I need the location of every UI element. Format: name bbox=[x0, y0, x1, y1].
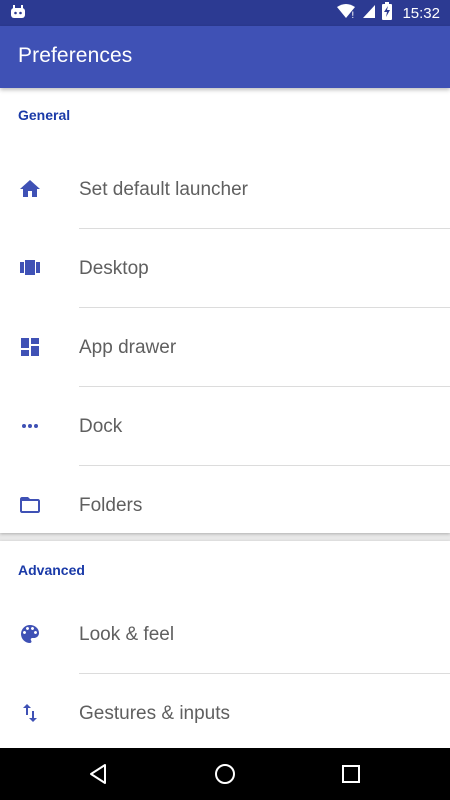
home-circle-icon[interactable] bbox=[213, 762, 237, 786]
folder-icon bbox=[18, 493, 42, 517]
wifi-icon: ! bbox=[336, 3, 356, 24]
section-header-general: General bbox=[18, 107, 71, 123]
page-title: Preferences bbox=[18, 44, 133, 67]
app-bar: Preferences bbox=[0, 26, 450, 88]
general-section: General Set default launcher Desktop App… bbox=[0, 88, 450, 533]
pref-item-desktop[interactable]: Desktop bbox=[0, 229, 450, 308]
navigation-bar bbox=[0, 748, 450, 800]
battery-charging-icon bbox=[382, 1, 393, 25]
signal-icon bbox=[362, 3, 376, 24]
pref-item-label: Set default launcher bbox=[79, 179, 249, 200]
pref-item-label: App drawer bbox=[79, 337, 177, 358]
swap-vert-icon bbox=[18, 701, 42, 725]
pref-item-dock[interactable]: Dock bbox=[0, 387, 450, 466]
status-bar: ! 15:32 bbox=[0, 0, 450, 26]
pref-item-label: Dock bbox=[79, 416, 123, 437]
pref-item-label: Desktop bbox=[79, 258, 149, 279]
section-header-advanced: Advanced bbox=[18, 562, 85, 578]
pref-item-set-default-launcher[interactable]: Set default launcher bbox=[0, 150, 450, 229]
more-horiz-icon bbox=[18, 414, 42, 438]
palette-icon bbox=[18, 622, 42, 646]
dashboard-icon bbox=[18, 335, 42, 359]
pref-item-gestures-and-inputs[interactable]: Gestures & inputs bbox=[0, 674, 450, 753]
home-icon bbox=[18, 177, 42, 201]
recents-icon[interactable] bbox=[339, 762, 363, 786]
status-time: 15:32 bbox=[402, 4, 440, 22]
back-icon[interactable] bbox=[86, 762, 110, 786]
android-icon bbox=[10, 4, 26, 25]
carousel-icon bbox=[18, 256, 42, 280]
pref-item-app-drawer[interactable]: App drawer bbox=[0, 308, 450, 387]
pref-item-look-and-feel[interactable]: Look & feel bbox=[0, 595, 450, 674]
pref-item-label: Look & feel bbox=[79, 624, 175, 645]
advanced-section: Advanced Look & feel Gestures & inputs bbox=[0, 541, 450, 748]
pref-item-label: Folders bbox=[79, 495, 143, 516]
svg-text:!: ! bbox=[351, 11, 355, 19]
pref-item-label: Gestures & inputs bbox=[79, 703, 231, 724]
pref-item-folders[interactable]: Folders bbox=[0, 466, 450, 545]
